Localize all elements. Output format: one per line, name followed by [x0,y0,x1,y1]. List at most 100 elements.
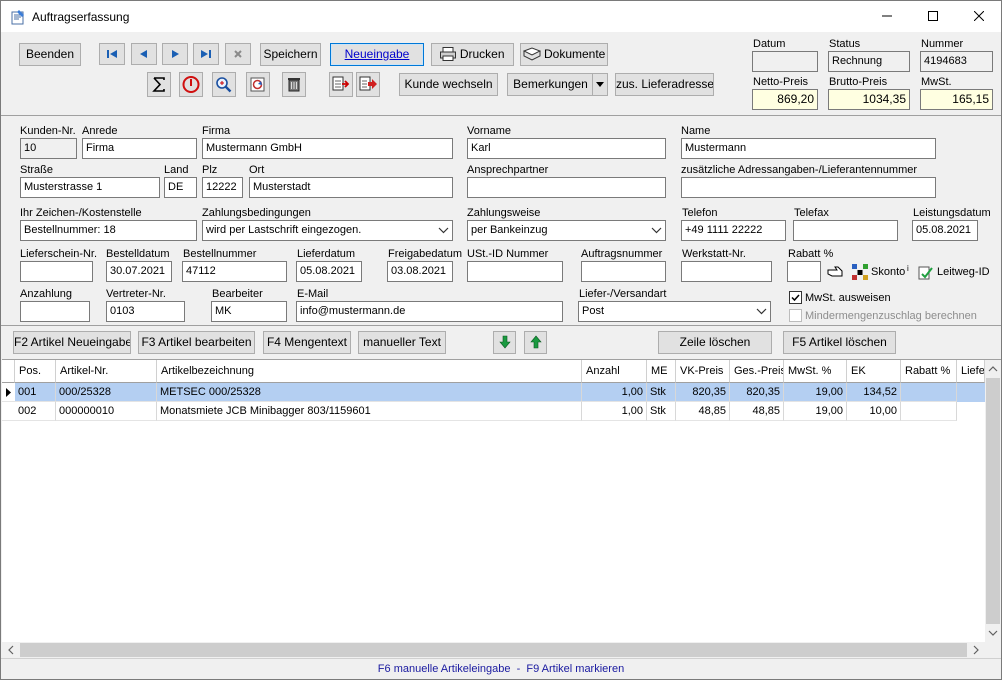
row-indicator[interactable] [2,402,15,421]
bemerkungen-dropdown[interactable] [592,73,608,96]
lieferdatum-field[interactable]: 05.08.2021 [296,261,362,282]
sum-button[interactable] [147,72,171,97]
werkstatt-field[interactable] [681,261,772,282]
cell-anzahl[interactable]: 1,00 [582,383,647,402]
col-header-me[interactable]: ME [647,360,676,383]
first-record-button[interactable] [99,43,125,65]
move-up-button[interactable] [524,331,547,354]
storno-button[interactable] [179,72,203,97]
prev-record-button[interactable] [131,43,157,65]
col-header-bezeichnung[interactable]: Artikelbezeichnung [157,360,582,383]
scroll-down-icon[interactable] [985,626,1001,640]
cell-me[interactable]: Stk [647,402,676,421]
minimize-button[interactable] [864,1,910,32]
lieferschein-field[interactable] [20,261,93,282]
drucken-button[interactable]: Drucken [431,43,514,66]
search-button[interactable] [212,72,236,97]
col-header-anzahl[interactable]: Anzahl [582,360,647,383]
cell-rabatt[interactable] [901,383,957,402]
horizontal-scroll-thumb[interactable] [20,643,967,657]
scroll-left-icon[interactable] [4,643,18,657]
firma-field[interactable]: Mustermann GmbH [202,138,453,159]
last-record-button[interactable] [193,43,219,65]
cell-mwst[interactable]: 19,00 [784,383,847,402]
cell-artikelnr[interactable]: 000/25328 [56,383,157,402]
zahlbed-select[interactable]: wird per Lastschrift eingezogen. [202,220,453,241]
telefax-field[interactable] [793,220,898,241]
delete-button[interactable] [282,72,306,97]
f4-mengentext-button[interactable]: F4 Mengentext [263,331,351,354]
telefon-field[interactable]: +49 1111 22222 [681,220,786,241]
cell-artikelnr[interactable]: 000000010 [56,402,157,421]
ort-field[interactable]: Musterstadt [249,177,453,198]
strasse-field[interactable]: Musterstrasse 1 [20,177,160,198]
bestellnr-field[interactable]: 47112 [182,261,287,282]
cell-vkpreis[interactable]: 820,35 [676,383,730,402]
versand-select[interactable]: Post [578,301,771,322]
col-header-artikelnr[interactable]: Artikel-Nr. [56,360,157,383]
f2-artikel-neueingabe-button[interactable]: F2 Artikel Neueingabe [13,331,131,354]
col-header-mwst[interactable]: MwSt. % [784,360,847,383]
manueller-text-button[interactable]: manueller Text [358,331,446,354]
neueingabe-button[interactable]: Neueingabe [330,43,424,66]
move-down-button[interactable] [493,331,516,354]
plz-field[interactable]: 12222 [202,177,243,198]
email-field[interactable]: info@mustermann.de [296,301,563,322]
zeile-loeschen-button[interactable]: Zeile löschen [658,331,772,354]
lieferadresse-button[interactable]: zus. Lieferadresse [615,73,714,96]
freigabe-field[interactable]: 03.08.2021 [387,261,453,282]
col-header-vkpreis[interactable]: VK-Preis [676,360,730,383]
zeichen-field[interactable]: Bestellnummer: 18 [20,220,197,241]
cell-ek[interactable]: 134,52 [847,383,901,402]
cell-bezeichnung[interactable]: Monatsmiete JCB Minibagger 803/1159601 [157,402,582,421]
article-grid[interactable]: Pos. Artikel-Nr. Artikelbezeichnung Anza… [2,359,1001,658]
scroll-right-icon[interactable] [969,643,983,657]
col-header-liefer[interactable]: Liefe [957,360,985,383]
hand-pointer-icon[interactable] [827,265,845,279]
zahlweise-select[interactable]: per Bankeinzug [467,220,666,241]
bestelldatum-field[interactable]: 30.07.2021 [106,261,172,282]
scroll-up-icon[interactable] [985,362,1001,376]
f5-artikel-loeschen-button[interactable]: F5 Artikel löschen [783,331,896,354]
name-field[interactable]: Mustermann [681,138,936,159]
vorname-field[interactable]: Karl [467,138,666,159]
rabatt-field[interactable] [787,261,821,282]
cell-gespreis[interactable]: 48,85 [730,402,784,421]
kunde-wechseln-button[interactable]: Kunde wechseln [399,73,498,96]
zusatz-field[interactable] [681,177,936,198]
next-record-button[interactable] [162,43,188,65]
copy-document-button[interactable] [329,72,353,97]
skonto-icon[interactable] [851,263,869,281]
dokumente-button[interactable]: Dokumente [520,43,608,66]
col-header-pos[interactable]: Pos. [15,360,56,383]
mwst-ausweisen-checkbox[interactable] [789,291,802,304]
vertreter-field[interactable]: 0103 [106,301,185,322]
leitweg-icon[interactable] [917,263,935,281]
horizontal-scrollbar[interactable] [2,642,985,658]
export-document-button[interactable] [356,72,380,97]
bearbeiter-field[interactable]: MK [211,301,287,322]
bemerkungen-button[interactable]: Bemerkungen [507,73,594,96]
cell-gespreis[interactable]: 820,35 [730,383,784,402]
maximize-button[interactable] [910,1,956,32]
speichern-button[interactable]: Speichern [260,43,321,66]
vertical-scrollbar[interactable] [985,360,1001,642]
f3-artikel-bearbeiten-button[interactable]: F3 Artikel bearbeiten [138,331,255,354]
land-field[interactable]: DE [164,177,197,198]
cell-anzahl[interactable]: 1,00 [582,402,647,421]
cell-mwst[interactable]: 19,00 [784,402,847,421]
vertical-scroll-thumb[interactable] [986,378,1000,624]
cell-pos[interactable]: 001 [15,383,56,402]
anrede-field[interactable]: Firma [82,138,197,159]
row-indicator[interactable] [2,383,15,402]
close-button[interactable] [956,1,1001,32]
refresh-button[interactable] [246,72,270,97]
ustid-field[interactable] [467,261,563,282]
col-header-gespreis[interactable]: Ges.-Preis [730,360,784,383]
col-header-rabatt[interactable]: Rabatt % [901,360,957,383]
ansprech-field[interactable] [467,177,666,198]
cell-vkpreis[interactable]: 48,85 [676,402,730,421]
cell-bezeichnung[interactable]: METSEC 000/25328 [157,383,582,402]
beenden-button[interactable]: Beenden [19,43,81,66]
col-header-ek[interactable]: EK [847,360,901,383]
